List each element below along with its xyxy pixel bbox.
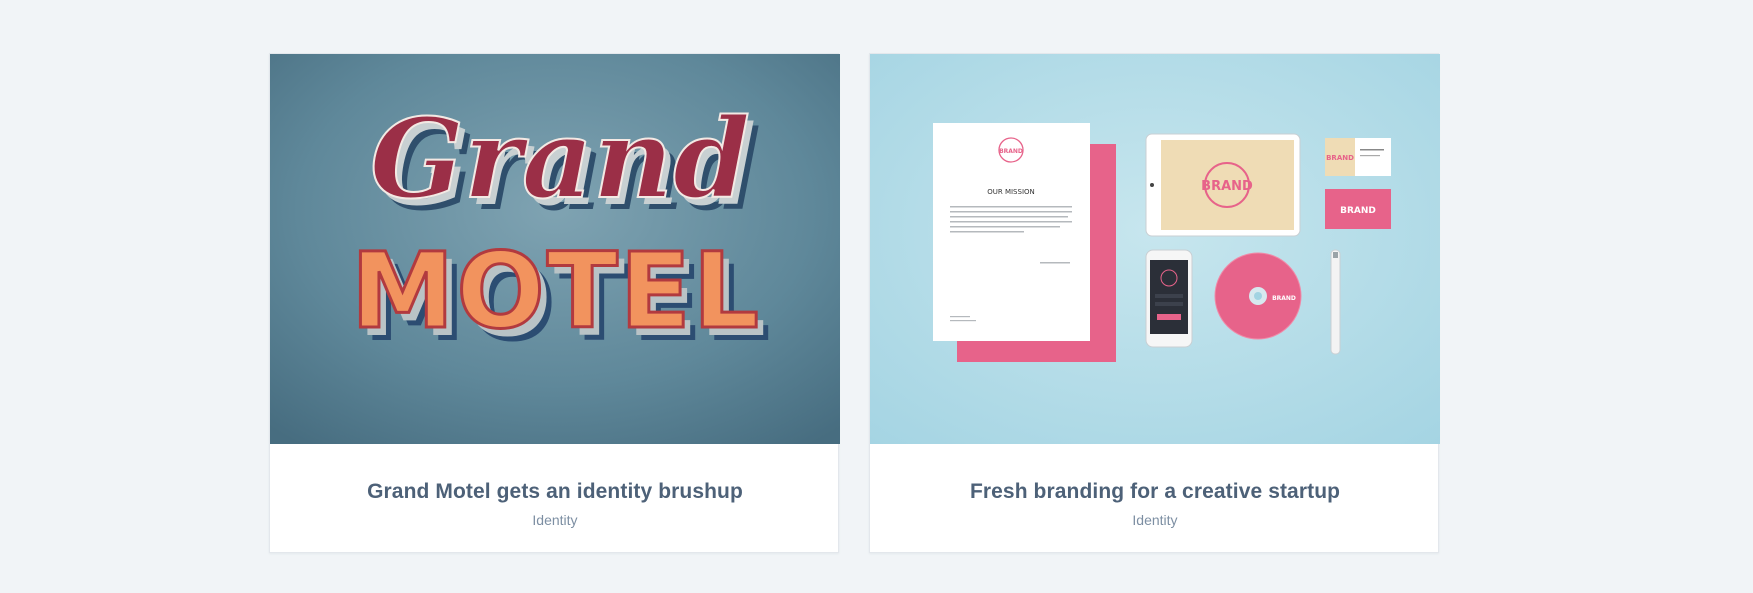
block-word-motel: MOTEL xyxy=(351,230,761,352)
card-category[interactable]: Identity xyxy=(270,512,840,528)
card-thumbnail-fresh-branding[interactable]: BRAND OUR MISSION BRAND BRAND BRAND BRAN… xyxy=(870,54,1440,444)
svg-text:BRAND: BRAND xyxy=(1326,154,1354,162)
svg-text:BRAND: BRAND xyxy=(1272,295,1296,302)
portfolio-card-fresh-branding[interactable]: BRAND OUR MISSION BRAND BRAND BRAND BRAN… xyxy=(869,53,1440,554)
card-category[interactable]: Identity xyxy=(870,512,1440,528)
grand-motel-artwork: Grand Grand Grand MOTEL MOTEL MOTEL xyxy=(270,54,840,444)
card-title[interactable]: Fresh branding for a creative startup xyxy=(870,480,1440,504)
svg-text:BRAND: BRAND xyxy=(1340,206,1376,216)
branding-mockup-artwork: BRAND OUR MISSION BRAND BRAND BRAND BRAN… xyxy=(870,54,1440,444)
script-word-grand: Grand xyxy=(370,94,750,223)
letter-heading: OUR MISSION xyxy=(987,188,1035,196)
pen xyxy=(1330,249,1341,355)
svg-text:BRAND: BRAND xyxy=(999,148,1023,155)
card-title[interactable]: Grand Motel gets an identity brushup xyxy=(270,480,840,504)
card-caption: Fresh branding for a creative startup Id… xyxy=(870,444,1440,554)
portfolio-grid: Grand Grand Grand MOTEL MOTEL MOTEL Gran… xyxy=(0,0,1753,593)
svg-text:BRAND: BRAND xyxy=(1201,179,1253,194)
card-caption: Grand Motel gets an identity brushup Ide… xyxy=(270,444,840,554)
card-thumbnail-grand-motel[interactable]: Grand Grand Grand MOTEL MOTEL MOTEL xyxy=(270,54,840,444)
portfolio-card-grand-motel[interactable]: Grand Grand Grand MOTEL MOTEL MOTEL Gran… xyxy=(269,53,840,554)
